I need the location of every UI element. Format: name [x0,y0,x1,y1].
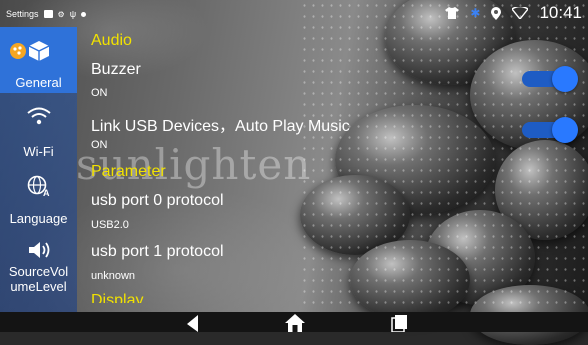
buzzer-toggle[interactable] [518,65,578,92]
settings-content: Audio Buzzer ON Link USB Devices，Auto Pl… [91,27,391,303]
volume-icon [27,241,51,262]
app-label: Settings [6,9,39,19]
sidebar-item-language[interactable]: A Language [0,157,77,227]
section-header-parameter: Parameter [91,163,166,180]
wifi-status-icon [512,7,529,19]
status-bar: Settings ⚙ ψ ✱ 10:41 [0,0,588,26]
recents-icon [391,315,407,333]
buzzer-title[interactable]: Buzzer [91,61,141,79]
sidebar: General Wi-Fi A Language SourceVol umeLe… [0,27,77,312]
toggle-knob [552,66,578,92]
settings-gear-icon: ⚙ [57,9,65,19]
navigation-bar [0,312,588,333]
sidebar-item-label-line2: umeLevel [10,279,67,294]
link-usb-value: ON [91,139,108,151]
link-usb-toggle[interactable] [518,116,578,143]
sidebar-item-general[interactable]: General [0,27,77,93]
clock: 10:41 [539,3,582,22]
sidebar-item-label: Language [9,211,68,226]
buzzer-value: ON [91,87,108,99]
home-button[interactable] [283,312,313,332]
language-icon: A [27,175,51,200]
recents-button[interactable] [388,312,418,333]
general-icon [9,39,51,64]
section-header-audio: Audio [91,32,132,49]
bluetooth-icon: ✱ [470,6,481,20]
usb0-value: USB2.0 [91,219,129,231]
gallery-icon [43,10,53,18]
sidebar-item-wifi[interactable]: Wi-Fi [0,93,77,159]
usb1-value: unknown [91,270,136,282]
tshirt-icon [445,7,460,19]
toggle-knob [552,117,578,143]
location-icon [491,6,502,20]
wifi-icon [27,107,51,128]
usb1-title[interactable]: usb port 1 protocol [91,243,224,261]
sidebar-item-source-volume-level[interactable]: SourceVol umeLevel [0,227,77,302]
section-header-display: Display [91,292,144,303]
sidebar-item-label: General [15,75,62,90]
back-button[interactable] [178,312,208,332]
sidebar-item-label-line1: SourceVol [8,264,69,279]
link-usb-title[interactable]: Link USB Devices，Auto Play Music [91,112,350,136]
back-icon [187,315,198,332]
usb-icon: ψ [69,9,77,19]
home-icon [285,314,305,332]
usb0-title[interactable]: usb port 0 protocol [91,192,224,210]
svg-text:A: A [43,188,50,197]
notification-dot-icon [81,11,87,17]
